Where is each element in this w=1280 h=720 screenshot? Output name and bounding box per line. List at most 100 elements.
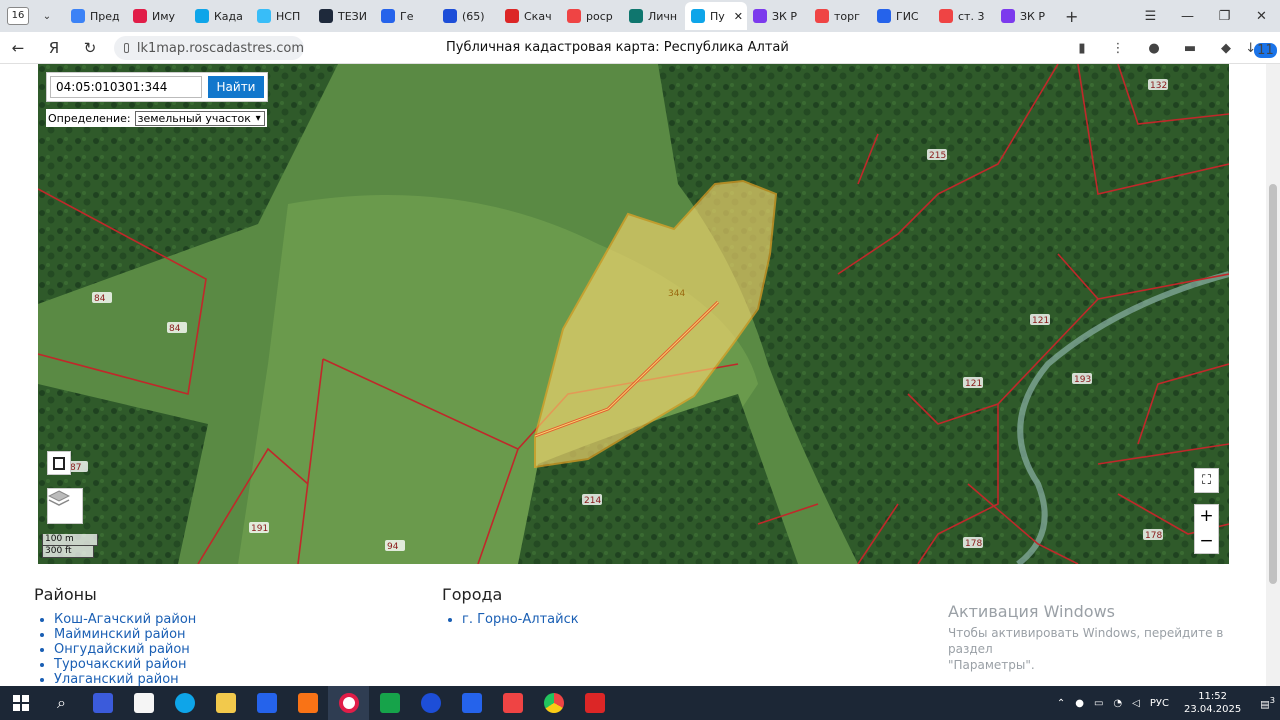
zoom-out-button[interactable]: − [1199, 529, 1213, 554]
browser-tab[interactable]: Ге [375, 2, 437, 30]
tab-strip: Пред Иму Када НСП ТЕЗИ Ге (65) Скач роср Личн Пу ✕ З… [65, 2, 1057, 30]
scale-bar: 100 m 300 ft [42, 534, 98, 558]
list-link[interactable]: Улаганский район [54, 672, 179, 687]
notification-count: 3 [1269, 695, 1275, 706]
puzzle-icon[interactable]: ◆ [1208, 41, 1244, 56]
mail-icon[interactable] [246, 686, 287, 720]
close-window-button[interactable]: ✕ [1243, 9, 1280, 24]
yandex-browser-icon[interactable] [328, 686, 369, 720]
notification-icon[interactable]: ▤3 [1260, 695, 1275, 710]
list-item: г. Горно-Алтайск [462, 612, 579, 627]
tab-label: Када [214, 9, 243, 23]
network-icon[interactable]: ◔ [1113, 698, 1122, 709]
excel-icon[interactable] [369, 686, 410, 720]
favicon-icon [753, 9, 767, 23]
browser-tab[interactable]: ГИС [871, 2, 933, 30]
favicon-icon [567, 9, 581, 23]
browser-tab[interactable]: (65) [437, 2, 499, 30]
list-item: Турочакский район [54, 657, 196, 672]
yandex-app-icon[interactable] [410, 686, 451, 720]
definition-label: Определение: [48, 111, 131, 125]
yandex-icon[interactable]: Я [36, 39, 72, 57]
favicon-icon [877, 9, 891, 23]
window-controls: ☰ — ❐ ✕ [1132, 0, 1280, 32]
page-title: Публичная кадастровая карта: Республика … [446, 40, 789, 55]
office-icon[interactable] [287, 686, 328, 720]
clock[interactable]: 11:52 23.04.2025 [1184, 690, 1241, 716]
cadastral-map[interactable]: 132 215 84 84 121 121 193 87 214 191 94 178 178 344 Н… [38, 64, 1229, 564]
chevron-up-icon[interactable]: ⌃ [1057, 698, 1065, 709]
list-link[interactable]: Турочакский район [54, 657, 187, 672]
parcel-number-label: 191 [251, 524, 268, 534]
list-link[interactable]: Майминский район [54, 627, 186, 642]
tab-label: Скач [524, 9, 552, 23]
list-link[interactable]: Онгудайский район [54, 642, 190, 657]
browser-tab[interactable]: Скач [499, 2, 561, 30]
language-indicator[interactable]: РУС [1150, 698, 1169, 709]
zoom-in-button[interactable]: + [1199, 504, 1213, 529]
fullscreen-button[interactable]: ⛶ [1194, 468, 1219, 493]
tab-label: ЗК Р [1020, 9, 1045, 23]
search-icon[interactable]: ⌕ [41, 686, 82, 720]
scrollbar-thumb[interactable] [1269, 184, 1277, 584]
explorer-icon[interactable] [205, 686, 246, 720]
browser-tab[interactable]: торг [809, 2, 871, 30]
list-link[interactable]: Кош-Агачский район [54, 612, 196, 627]
browser-tab[interactable]: Пред [65, 2, 127, 30]
chrome-icon[interactable] [533, 686, 574, 720]
browser-tab[interactable]: ЗК Р [995, 2, 1057, 30]
page-scrollbar[interactable] [1266, 64, 1280, 686]
url-field[interactable]: lk1map.roscadastres.com [114, 36, 304, 60]
favicon-icon [939, 9, 953, 23]
save-app-icon[interactable] [82, 686, 123, 720]
bookmark-icon[interactable]: ▮ [1064, 41, 1100, 56]
extension-icon[interactable]: ● [1136, 41, 1172, 56]
yandex-search-icon[interactable] [492, 686, 533, 720]
tab-label: Ге [400, 9, 414, 23]
reload-button[interactable]: ↻ [72, 39, 108, 57]
browser-tab[interactable]: Пу ✕ [685, 2, 747, 30]
volume-icon[interactable]: ◁ [1132, 698, 1140, 709]
browser-tab[interactable]: ТЕЗИ [313, 2, 375, 30]
search-button[interactable]: Найти [208, 76, 264, 98]
maximize-button[interactable]: ❐ [1206, 9, 1243, 24]
word-icon[interactable] [451, 686, 492, 720]
browser-tab[interactable]: ЗК Р [747, 2, 809, 30]
browser-tab[interactable]: Личн [623, 2, 685, 30]
tab-label: Пу [710, 9, 725, 23]
list-link[interactable]: г. Горно-Алтайск [462, 612, 579, 627]
browser-tab[interactable]: Иму [127, 2, 189, 30]
chevron-down-icon[interactable]: ⌄ [37, 11, 57, 22]
layers-button[interactable] [47, 488, 83, 524]
pdf-icon[interactable] [574, 686, 615, 720]
browser-tab[interactable]: НСП [251, 2, 313, 30]
downloads-icon[interactable]: ↓11 [1244, 41, 1280, 58]
bookmark-map-button[interactable] [47, 451, 71, 475]
browser-tab[interactable]: роср [561, 2, 623, 30]
cadastral-search-input[interactable] [50, 76, 202, 98]
definition-select[interactable]: земельный участок [134, 110, 265, 126]
new-tab-button[interactable]: + [1065, 7, 1078, 26]
windows-start-icon[interactable] [0, 686, 41, 720]
wallet-icon[interactable]: ▬ [1172, 41, 1208, 56]
tray-app-icon[interactable]: ● [1075, 698, 1084, 709]
parcel-number-label: 132 [1150, 81, 1167, 91]
tab-label: роср [586, 9, 613, 23]
battery-icon[interactable]: ▭ [1094, 698, 1103, 709]
browser-tab[interactable]: Када [189, 2, 251, 30]
more-icon[interactable]: ⋮ [1100, 41, 1136, 56]
parcel-number-label: 193 [1074, 375, 1091, 385]
toolbar-right: ▮ ⋮ ● ▬ ◆ ↓11 [1064, 32, 1280, 64]
close-tab-icon[interactable]: ✕ [734, 10, 743, 23]
tab-count[interactable]: 16 [7, 7, 29, 25]
store-icon[interactable] [123, 686, 164, 720]
system-tray: ⌃ ● ▭ ◔ ◁ РУС 11:52 23.04.2025 ▤3 [1052, 686, 1280, 720]
favicon-icon [443, 9, 457, 23]
browser-tab[interactable]: ст. 3 [933, 2, 995, 30]
edge-icon[interactable] [164, 686, 205, 720]
minimize-button[interactable]: — [1169, 9, 1206, 24]
menu-icon[interactable]: ☰ [1132, 9, 1169, 24]
book-icon [53, 456, 65, 470]
back-button[interactable]: ← [0, 39, 36, 57]
parcel-number-label: 121 [965, 379, 982, 389]
